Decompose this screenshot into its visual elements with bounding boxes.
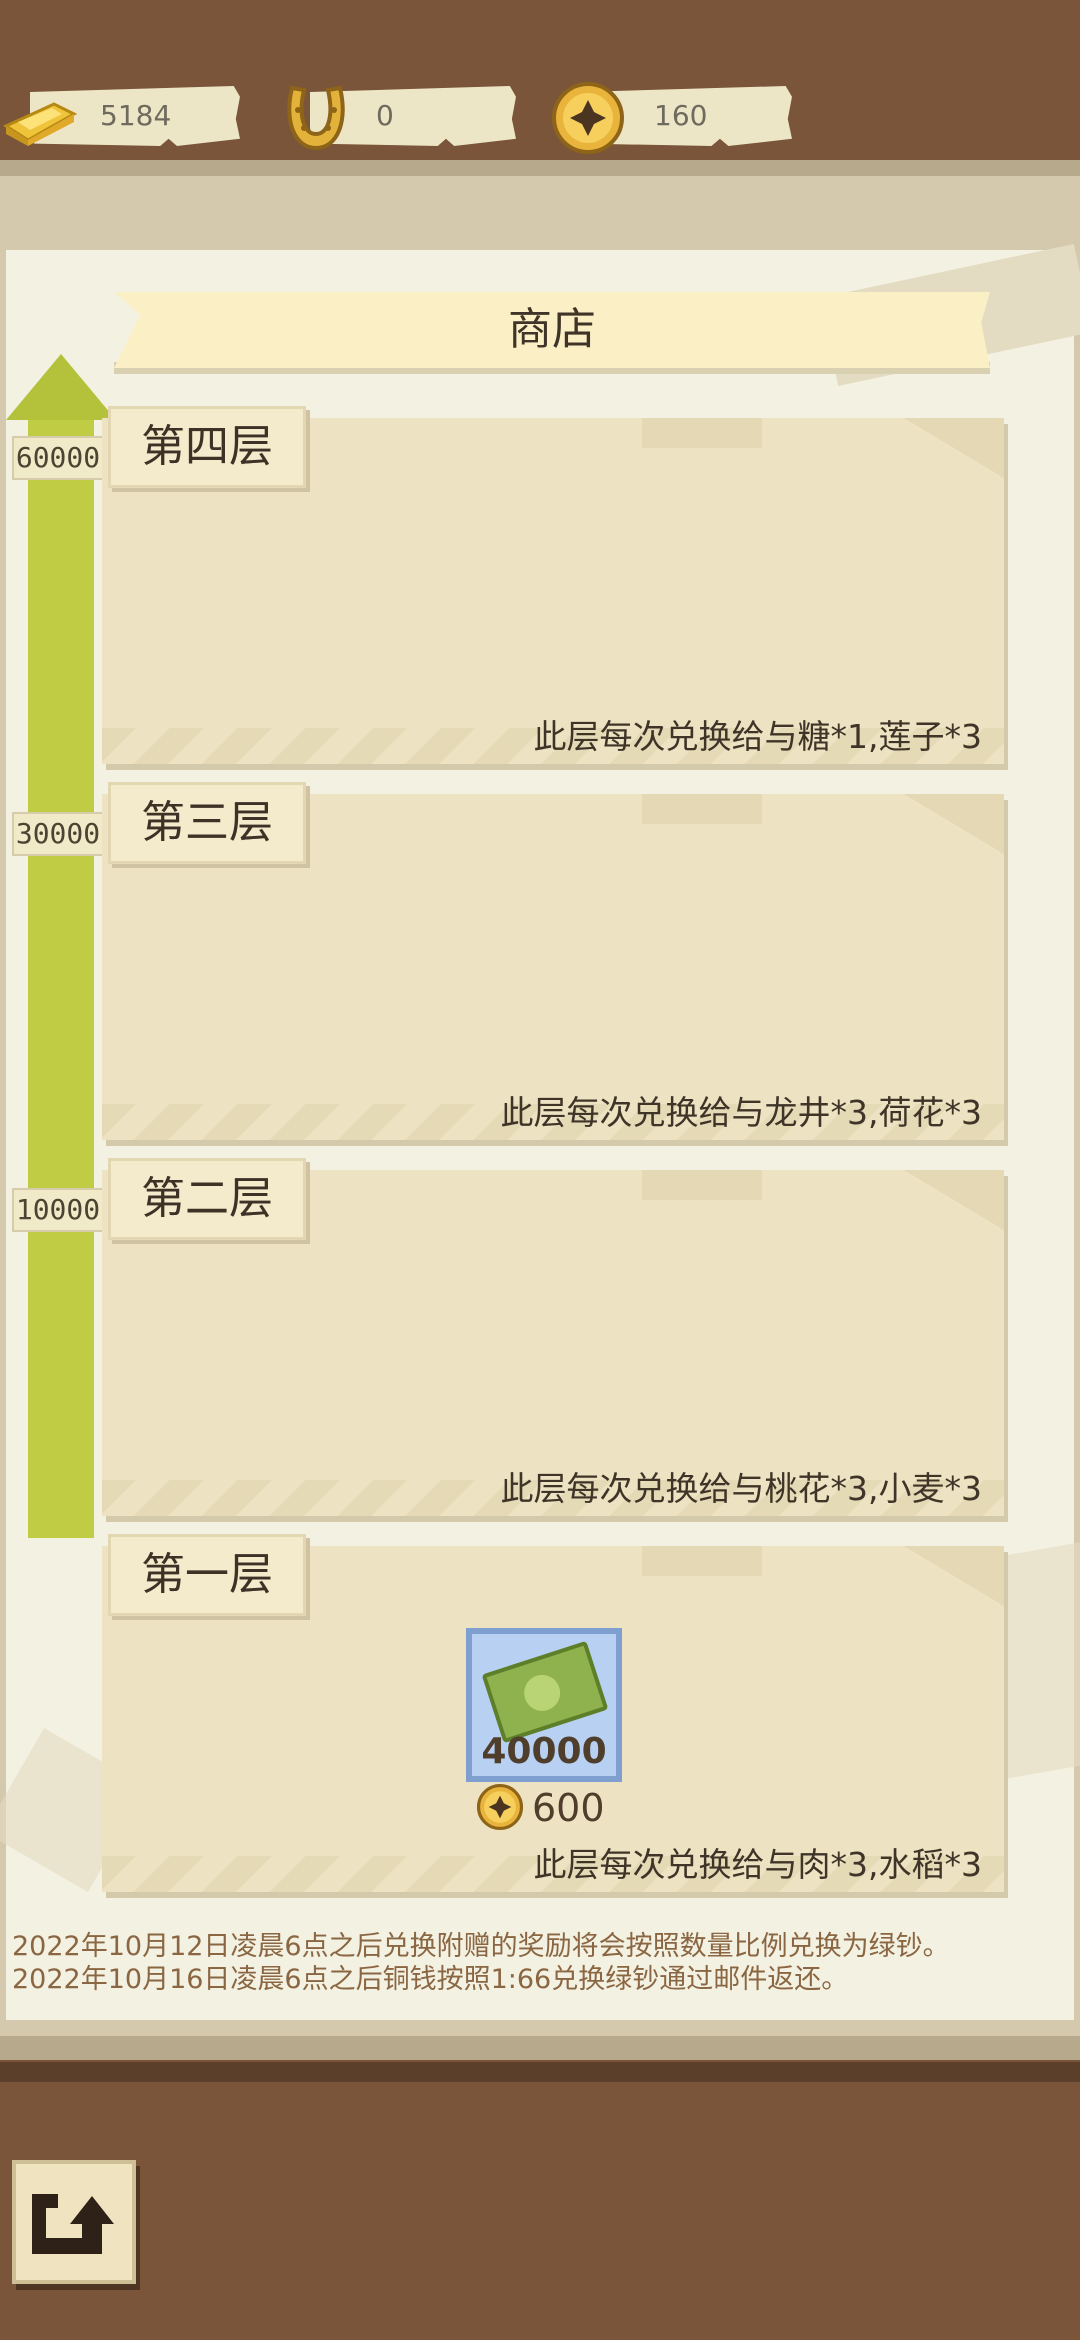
tier-label: 第四层 [141,421,273,472]
horseshoe-icon [287,85,345,151]
panel-bottom-edge [0,2062,1080,2082]
tier-description: 此层每次兑换给与桃花*3,小麦*3 [500,1469,982,1508]
progress-arrow-head [6,354,116,420]
notice-line-2: 2022年10月16日凌晨6点之后铜钱按照1:66兑换绿钞通过邮件返还。 [12,1964,849,1995]
tier-label: 第二层 [141,1173,273,1224]
coin-value: 160 [654,99,708,132]
reward-item-count: 40000 [481,1731,607,1772]
tier-description: 此层每次兑换给与肉*3,水稻*3 [533,1845,982,1884]
back-button[interactable] [12,2160,136,2284]
page-title: 商店 [508,304,596,355]
milestone-10000: 10000 [12,1188,104,1232]
tier-label: 第三层 [141,797,273,848]
tier-3-card[interactable]: 第三层 此层每次兑换给与龙井*3,荷花*3 [102,782,1004,1140]
tier-description: 此层每次兑换给与龙井*3,荷花*3 [500,1093,982,1132]
milestone-30000: 30000 [12,812,104,856]
copper-coin-icon [476,1783,524,1831]
gold-bar-icon [2,102,78,146]
milestone-60000: 60000 [12,436,104,480]
horseshoe-value: 0 [376,99,394,132]
notice-line-1: 2022年10月12日凌晨6点之后兑换附赠的奖励将会按照数量比例兑换为绿钞。 [12,1931,950,1962]
reward-cost: 600 [532,1786,605,1830]
progress-bar [28,400,94,1538]
tier-description: 此层每次兑换给与糖*1,莲子*3 [533,717,982,756]
tier-label: 第一层 [141,1549,273,1600]
shop-screen: 5184 0 160 商店 60000 30000 10000 第四层 此层每次… [0,0,1080,2340]
gold-value: 5184 [100,99,172,132]
tier-2-card[interactable]: 第二层 此层每次兑换给与桃花*3,小麦*3 [102,1158,1004,1516]
back-arrow-icon [32,2194,114,2254]
tier-4-card[interactable]: 第四层 此层每次兑换给与糖*1,莲子*3 [102,406,1004,764]
copper-coin-icon [552,82,624,154]
